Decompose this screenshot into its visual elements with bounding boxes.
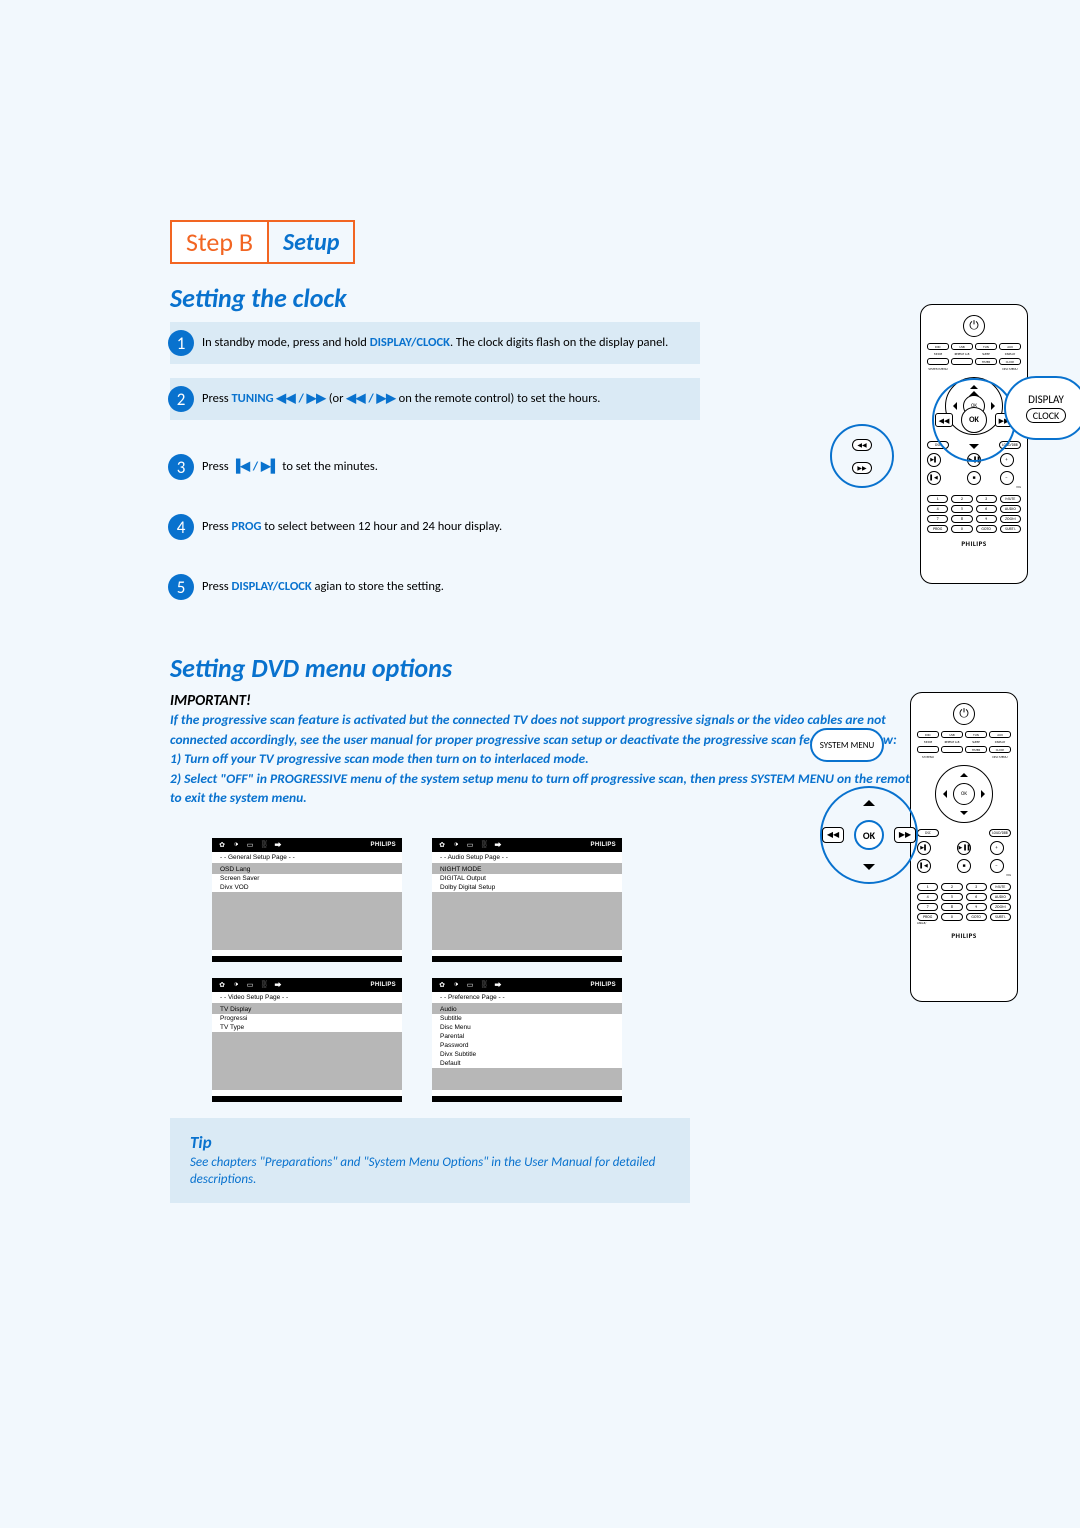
step-2: 2 Press TUNING ◀◀ / ▶▶ (or ◀◀ / ▶▶ on th… (170, 378, 700, 420)
tip-box: Tip See chapters "Preparations" and "Sys… (170, 1118, 690, 1203)
ok-label: OK (854, 820, 884, 850)
rewind-icon: ◀◀ (822, 827, 844, 843)
step-header: Step B Setup (170, 220, 930, 264)
step-5: 5 Press DISPLAY/CLOCK agian to store the… (170, 574, 700, 600)
stop-icon: ■ (967, 471, 981, 485)
step-text: In standby mode, press and hold DISPLAY/… (202, 335, 692, 352)
down-arrow-icon (863, 864, 875, 876)
remote-body: ⏻ DISCUSBTUNAUX MODEREPEAT A-BSLEEPDISPL… (910, 692, 1018, 1002)
step-3: 3 Press ▐◀ / ▶▌ to set the minutes. (170, 454, 700, 480)
important-body: If the progressive scan feature is activ… (170, 710, 930, 808)
screen-audio: ✿🕩▭░⮕PHILIPS - - Audio Setup Page - - NI… (432, 838, 622, 962)
step-text: Press PROG to select between 12 hour and… (202, 519, 700, 536)
screen-preference: ✿🕩▭░⮕PHILIPS - - Preference Page - - Aud… (432, 978, 622, 1102)
ffwd-icon: ▶▶ (894, 827, 916, 843)
rewind-icon: ◀◀ (852, 439, 872, 451)
tip-body: See chapters "Preparations" and "System … (190, 1155, 670, 1189)
step-num: 1 (168, 330, 194, 356)
nav-ring: OK (935, 765, 993, 823)
tip-title: Tip (190, 1132, 670, 1153)
power-icon: ⏻ (953, 703, 975, 725)
vol-down-icon: − (1000, 471, 1014, 485)
setup-box: Setup (267, 220, 355, 264)
power-icon: ⏻ (963, 315, 985, 337)
step-num: 2 (168, 386, 194, 412)
callout-playback: ◀◀ ▶▶ (830, 424, 894, 488)
step-text: Press ▐◀ / ▶▌ to set the minutes. (202, 459, 700, 476)
speaker-icon: 🕩 (232, 841, 240, 849)
step-1: 1 In standby mode, press and hold DISPLA… (170, 322, 700, 364)
ffwd-icon: ▶▶ (852, 462, 872, 474)
prev-icon: ▌◀ (927, 471, 941, 485)
step-num: 5 (168, 574, 194, 600)
rewind-icon: ◀◀ (935, 413, 953, 427)
remote-illustration-2: ⏻ DISCUSBTUNAUX MODEREPEAT A-BSLEEPDISPL… (860, 692, 1060, 1002)
screen-video: ✿🕩▭░⮕PHILIPS - - Video Setup Page - - TV… (212, 978, 402, 1102)
setup-label: Setup (283, 228, 339, 257)
video-icon: ▭ (246, 841, 254, 849)
important-title: IMPORTANT! (170, 692, 930, 710)
exit-icon: ⮕ (274, 841, 282, 849)
step-num: 4 (168, 514, 194, 540)
brand-label: PHILIPS (927, 539, 1021, 548)
screens-row-2: ✿🕩▭░⮕PHILIPS - - Video Setup Page - - TV… (170, 978, 930, 1102)
section-title-clock: Setting the clock (170, 282, 930, 314)
step-b-label: Step B (186, 226, 253, 258)
step-text: Press TUNING ◀◀ / ▶▶ (or ◀◀ / ▶▶ on the … (202, 391, 692, 408)
callout-system-menu: SYSTEM MENU (810, 728, 884, 762)
down-arrow-icon (969, 444, 979, 454)
step-text: Press DISPLAY/CLOCK agian to store the s… (202, 579, 700, 596)
section-title-dvd: Setting DVD menu options (170, 652, 930, 684)
ok-button: OK (953, 783, 975, 805)
callout-ok-ring: ◀◀ ▶▶ OK (820, 786, 918, 884)
vol-up-icon: + (1000, 453, 1014, 467)
numpad: 123MUTE 456AUDIO 789ZOOM PROG0GOTOSUBTI. (927, 495, 1021, 533)
up-arrow-icon (863, 794, 875, 806)
gear-icon: ✿ (218, 841, 226, 849)
remote-illustration-1: ⏻ DISCUSBTUNAUX MODEREPEAT A-BSLEEPDISPL… (870, 304, 1070, 594)
step-4: 4 Press PROG to select between 12 hour a… (170, 514, 700, 540)
screens-row-1: ✿🕩▭░⮕PHILIPS - - General Setup Page - - … (170, 838, 930, 962)
screen-general: ✿🕩▭░⮕PHILIPS - - General Setup Page - - … (212, 838, 402, 962)
clock-section: 1 In standby mode, press and hold DISPLA… (170, 322, 930, 602)
next-icon: ▶▌ (927, 453, 941, 467)
step-num: 3 (168, 454, 194, 480)
ok-label: OK (961, 407, 987, 433)
callout-nav: ◀◀ ▶▶ OK (932, 378, 1016, 462)
step-b-box: Step B (170, 220, 267, 264)
up-arrow-icon (969, 386, 979, 396)
callout-display-clock: DISPLAY CLOCK (1004, 376, 1080, 440)
numpad: 123MUTE 456AUDIO 789ZOOM PROG0GOTOSUBTI. (917, 883, 1011, 921)
brand-label: PHILIPS (917, 931, 1011, 940)
equalizer-icon: ░ (260, 841, 268, 849)
